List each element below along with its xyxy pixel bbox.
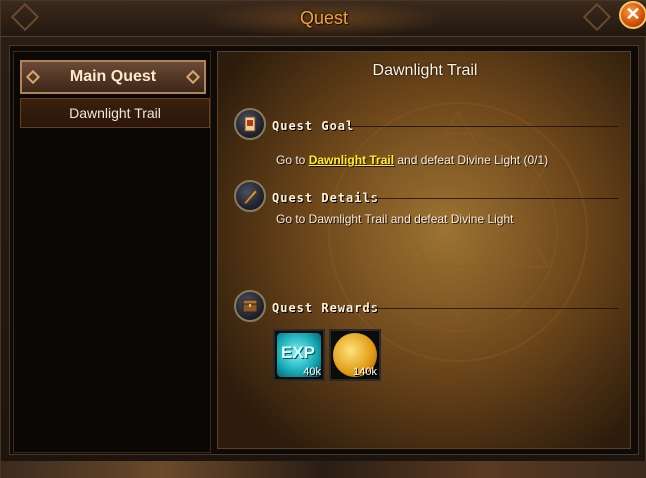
background-strip: [1, 461, 646, 478]
quest-goal-heading: Quest Goal: [272, 119, 355, 133]
exp-label: EXP: [281, 343, 316, 362]
treasure-chest-icon: [234, 290, 266, 322]
scroll-icon: [234, 108, 266, 140]
divider: [348, 126, 618, 127]
quest-details-text: Go to Dawnlight Trail and defeat Divine …: [276, 212, 514, 226]
main-quest-label: Main Quest: [69, 68, 157, 85]
diamond-ornament-right: [185, 69, 201, 85]
divider: [368, 308, 618, 309]
goal-prefix: Go to: [276, 153, 309, 167]
reward-slot-exp[interactable]: EXP 40k: [273, 329, 325, 381]
reward-quantity: 40k: [303, 366, 321, 378]
quill-icon: [234, 180, 266, 212]
quest-rewards-heading: Quest Rewards: [272, 301, 379, 315]
quest-list-item[interactable]: Dawnlight Trail: [20, 98, 210, 128]
divider: [368, 198, 618, 199]
window-title: Quest: [299, 8, 349, 28]
hexagram-decoration: [366, 110, 550, 319]
goal-location-link[interactable]: Dawnlight Trail: [309, 153, 394, 167]
quest-detail-panel: Dawnlight Trail Quest Goal Go to Dawnlig…: [217, 51, 631, 449]
goal-suffix: and defeat Divine Light (0/1): [394, 153, 549, 167]
quest-list-panel: Main Quest Dawnlight Trail: [13, 51, 211, 453]
quest-title: Dawnlight Trail: [372, 62, 478, 79]
main-quest-category-button[interactable]: Main Quest: [20, 60, 206, 94]
quest-window: Quest ✕ Main Quest Dawnlight Trail Dawnl…: [0, 0, 646, 478]
reward-quantity: 140k: [353, 366, 377, 378]
title-bar: Quest: [1, 1, 646, 37]
diamond-ornament-left: [25, 69, 41, 85]
quest-details-heading: Quest Details: [272, 191, 379, 205]
close-button[interactable]: ✕: [619, 1, 646, 29]
quest-goal-text: Go to Dawnlight Trail and defeat Divine …: [276, 153, 548, 167]
reward-slot-gold[interactable]: 140k: [329, 329, 381, 381]
